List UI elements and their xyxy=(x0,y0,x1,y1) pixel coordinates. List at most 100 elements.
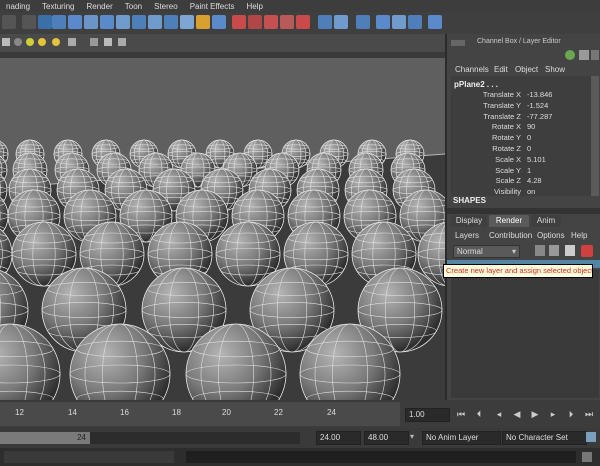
splitter[interactable] xyxy=(447,208,600,214)
attribute-editor-icon[interactable] xyxy=(318,15,332,29)
grid-toggle-icon[interactable] xyxy=(118,38,126,46)
toggle-icon[interactable] xyxy=(565,50,575,60)
pin-icon[interactable] xyxy=(579,50,589,60)
render-icon[interactable] xyxy=(232,15,246,29)
rotate-icon[interactable] xyxy=(68,15,82,29)
tool-settings-icon[interactable] xyxy=(334,15,348,29)
channel-row[interactable]: Rotate Y 0 xyxy=(451,133,581,143)
snap-point-icon[interactable] xyxy=(164,15,178,29)
channel-row[interactable]: Translate Y -1.524 xyxy=(451,101,581,111)
menu-edit[interactable]: Edit xyxy=(494,65,508,74)
step-back-frame-icon[interactable]: ◂ xyxy=(494,409,504,419)
menu-show[interactable]: Show xyxy=(545,65,565,74)
tab-display[interactable]: Display xyxy=(451,215,487,227)
end-time-field[interactable]: 24.00 xyxy=(316,431,361,445)
menu-contribution[interactable]: Contribution xyxy=(489,231,532,240)
textured-icon[interactable] xyxy=(26,38,34,46)
menu-help[interactable]: Help xyxy=(240,2,268,11)
channel-value[interactable]: -13.846 xyxy=(527,90,552,99)
ipr-render-icon[interactable] xyxy=(248,15,262,29)
snap-grid-icon[interactable] xyxy=(38,15,52,29)
channel-value[interactable]: 90 xyxy=(527,122,535,131)
channel-row[interactable]: Scale Y 1 xyxy=(451,166,581,176)
camera-attributes-icon[interactable] xyxy=(104,38,112,46)
auto-key-icon[interactable] xyxy=(586,432,596,442)
max-time-field[interactable]: 48.00 xyxy=(364,431,409,445)
show-manip-icon[interactable] xyxy=(132,15,146,29)
time-ruler[interactable]: 12 14 16 18 20 22 24 xyxy=(0,402,400,426)
graph-editor-icon[interactable] xyxy=(408,15,422,29)
menu-layer-help[interactable]: Help xyxy=(571,231,587,240)
channel-box-icon[interactable] xyxy=(356,15,370,29)
menu-layers[interactable]: Layers xyxy=(455,231,479,240)
channel-row[interactable]: Translate X -13.846 xyxy=(451,90,581,100)
panel-toggle-icon[interactable] xyxy=(428,15,442,29)
layout-icon[interactable] xyxy=(376,15,390,29)
channel-value[interactable]: on xyxy=(527,187,535,196)
play-forward-icon[interactable]: ▶ xyxy=(530,409,540,419)
outliner-icon[interactable] xyxy=(392,15,406,29)
settings-icon[interactable] xyxy=(591,50,599,60)
perspective-viewport[interactable] xyxy=(0,34,447,400)
channel-value[interactable]: 4.28 xyxy=(527,176,542,185)
layer-visibility-icon[interactable] xyxy=(535,245,545,256)
command-input[interactable] xyxy=(4,451,174,463)
menu-texturing[interactable]: Texturing xyxy=(36,2,80,11)
menu-object[interactable]: Object xyxy=(515,65,538,74)
channel-row[interactable]: Translate Z -77.287 xyxy=(451,112,581,122)
channel-row[interactable]: Scale Z 4.28 xyxy=(451,176,581,186)
isolate-select-icon[interactable] xyxy=(68,38,76,46)
channel-value[interactable]: -1.524 xyxy=(527,101,548,110)
script-editor-icon[interactable] xyxy=(582,452,592,462)
menu-paint-effects[interactable]: Paint Effects xyxy=(184,2,241,11)
magnet-icon[interactable] xyxy=(296,15,310,29)
channel-row[interactable]: Rotate Z 0 xyxy=(451,144,581,154)
xray-icon[interactable] xyxy=(90,38,98,46)
go-to-start-icon[interactable]: ⏮ xyxy=(456,409,466,419)
lock-icon[interactable] xyxy=(196,15,210,29)
channel-row[interactable]: Scale X 5.101 xyxy=(451,155,581,165)
move-icon[interactable] xyxy=(52,15,66,29)
menu-render[interactable]: Render xyxy=(81,2,119,11)
blend-mode-dropdown[interactable]: Normal ▾ xyxy=(453,245,520,258)
current-frame-field[interactable]: 1.00 xyxy=(405,408,450,422)
tab-anim[interactable]: Anim xyxy=(531,215,561,227)
play-backward-icon[interactable]: ◀ xyxy=(512,409,522,419)
character-set-dropdown[interactable]: No Character Set xyxy=(502,431,587,445)
menu-options[interactable]: Options xyxy=(537,231,565,240)
channel-value[interactable]: 5.101 xyxy=(527,155,546,164)
go-to-end-icon[interactable]: ⏭ xyxy=(584,409,594,419)
tab-render[interactable]: Render xyxy=(489,215,529,227)
layer-list[interactable] xyxy=(451,270,599,398)
channel-row[interactable]: Rotate X 90 xyxy=(451,122,581,132)
render-settings-icon[interactable] xyxy=(264,15,278,29)
scrollbar[interactable] xyxy=(591,76,599,196)
range-handle[interactable]: 24 xyxy=(0,432,90,444)
menu-channels[interactable]: Channels xyxy=(455,65,489,74)
channel-value[interactable]: -77.287 xyxy=(527,112,552,121)
create-layer-assign-selected-icon[interactable] xyxy=(581,245,593,257)
step-back-key-icon[interactable]: ⏴ xyxy=(474,409,484,419)
new-empty-layer-icon[interactable] xyxy=(565,245,575,256)
snap-curve-icon[interactable] xyxy=(148,15,162,29)
lasso-icon[interactable] xyxy=(22,15,36,29)
universal-manip-icon[interactable] xyxy=(100,15,114,29)
channel-value[interactable]: 0 xyxy=(527,133,531,142)
time-slider[interactable]: 12 14 16 18 20 22 24 1.00 ⏮ ⏴ ◂ ◀ ▶ ▸ ⏵ … xyxy=(0,400,600,428)
step-forward-frame-icon[interactable]: ▸ xyxy=(548,409,558,419)
menu-shading[interactable]: nading xyxy=(0,2,36,11)
history-icon[interactable] xyxy=(212,15,226,29)
hypershade-icon[interactable] xyxy=(280,15,294,29)
menu-stereo[interactable]: Stereo xyxy=(148,2,184,11)
scale-icon[interactable] xyxy=(84,15,98,29)
menu-toon[interactable]: Toon xyxy=(119,2,148,11)
step-forward-key-icon[interactable]: ⏵ xyxy=(566,409,576,419)
channel-value[interactable]: 0 xyxy=(527,144,531,153)
new-layer-icon[interactable] xyxy=(549,245,559,256)
wireframe-icon[interactable] xyxy=(2,38,10,46)
anim-layer-dropdown[interactable]: No Anim Layer xyxy=(422,431,501,445)
object-name[interactable]: pPlane2 . . . xyxy=(454,80,498,89)
lights-icon[interactable] xyxy=(38,38,46,46)
smooth-shade-icon[interactable] xyxy=(14,38,22,46)
snap-plane-icon[interactable] xyxy=(180,15,194,29)
